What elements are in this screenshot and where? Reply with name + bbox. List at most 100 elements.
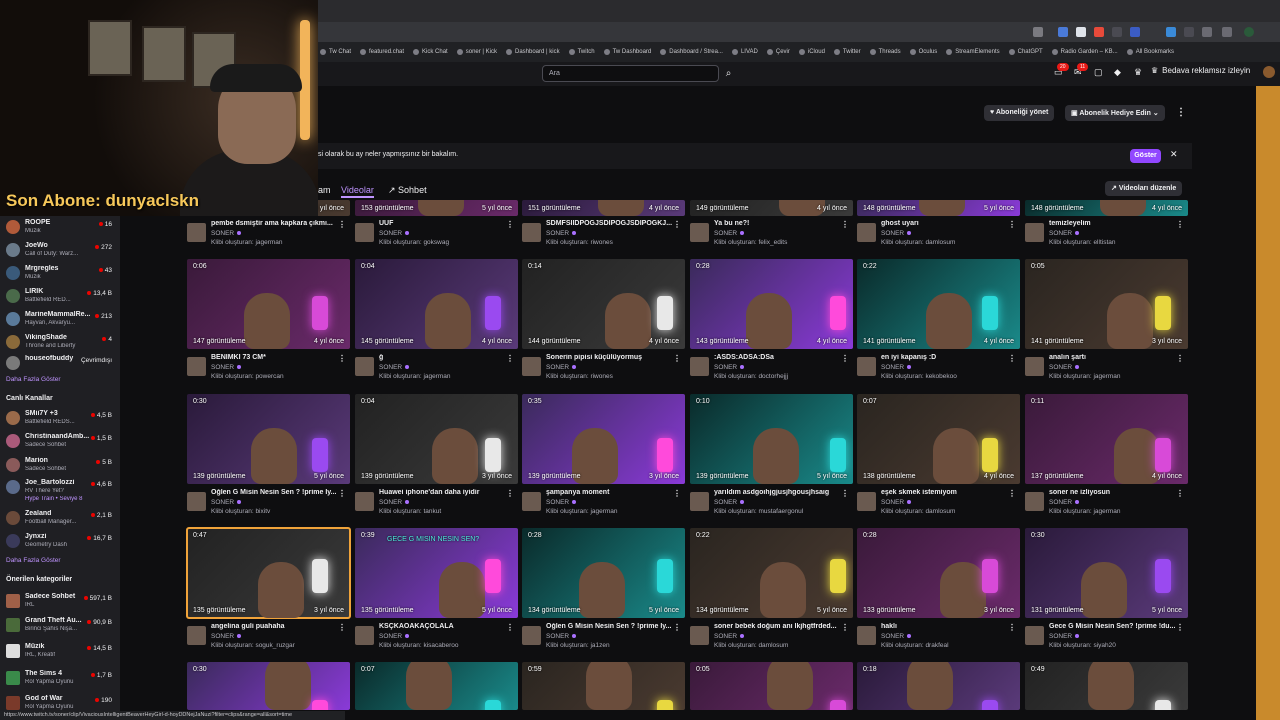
extension-icon[interactable] [1184,27,1194,37]
clip-thumbnail[interactable]: 0:06 147 görüntüleme 4 yıl önce [187,259,350,349]
channel-avatar[interactable] [355,223,374,242]
clip-title[interactable]: temizleyelim [1049,220,1175,227]
clip-channel[interactable]: SONER [714,364,744,371]
clip-thumbnail[interactable]: 0:22 141 görüntüleme 4 yıl önce [857,259,1020,349]
clip-channel[interactable]: SONER [211,499,241,506]
bookmark-item[interactable]: Oculus [909,49,937,55]
clip-channel[interactable]: SONER [1049,364,1079,371]
channel-avatar[interactable] [355,357,374,376]
channel-avatar[interactable] [690,223,709,242]
clip-channel[interactable]: SONER [379,633,409,640]
tab-partial[interactable]: am [318,185,331,195]
bookmark-item[interactable]: Dashboard / Strea... [660,49,723,55]
bookmark-item[interactable]: All Bookmarks [1126,49,1174,55]
channel-avatar[interactable] [355,492,374,511]
more-options-icon[interactable]: ⋮ [1176,623,1184,632]
sidebar-channel[interactable]: Sadece Sohbet IRL 597,1 B [6,592,118,612]
more-options-icon[interactable]: ⋮ [1176,354,1184,363]
clip-title[interactable]: soner bebek doğum anı lkjhgtfrded... [714,623,840,630]
clip-channel[interactable]: SONER [211,364,241,371]
bookmark-item[interactable]: iCloud [798,49,825,55]
clip-title[interactable]: ghost uyarı [881,220,1007,227]
clip-channel[interactable]: SONER [714,633,744,640]
more-options-icon[interactable]: ⋮ [673,354,681,363]
clip-title[interactable]: angelina guli puahaha [211,623,337,630]
clip-title[interactable]: Ya bu ne?! [714,220,840,227]
clip-channel[interactable]: SONER [1049,633,1079,640]
clip-channel[interactable]: SONER [881,364,911,371]
ad-free-button[interactable]: ♛ Bedava reklamsız izleyin [1151,66,1250,75]
channel-avatar[interactable] [1025,223,1044,242]
clip-title[interactable]: pembe dsmiştir ama kapkara çıkmı... [211,220,337,227]
channel-avatar[interactable] [187,223,206,242]
search-icon[interactable]: ⌕ [720,65,737,82]
close-icon[interactable]: ✕ [1170,149,1178,160]
more-options-icon[interactable]: ⋮ [841,489,849,498]
show-more-link[interactable]: Daha Fazla Göster [6,376,61,383]
channel-avatar[interactable] [857,357,876,376]
star-icon[interactable] [1033,27,1043,37]
clip-title[interactable]: soner ne izliyosun [1049,489,1175,496]
channel-avatar[interactable] [522,223,541,242]
show-button[interactable]: Göster [1130,149,1161,163]
channel-avatar[interactable] [522,492,541,511]
profile-icon[interactable] [1244,27,1254,37]
more-options-icon[interactable]: ⋮ [338,623,346,632]
channel-avatar[interactable] [187,492,206,511]
channel-avatar[interactable] [355,626,374,645]
manage-subscription-button[interactable]: ♥ Aboneliği yönet [984,105,1055,121]
clip-channel[interactable]: SONER [881,633,911,640]
more-options-icon[interactable]: ⋮ [506,354,514,363]
channel-avatar[interactable] [522,626,541,645]
user-avatar[interactable] [1263,66,1275,78]
clip-channel[interactable]: SONER [546,499,576,506]
clip-thumbnail[interactable]: 151 görüntüleme 4 yıl önce [522,200,685,216]
clip-channel[interactable]: SONER [881,230,911,237]
more-options-icon[interactable]: ⋮ [1008,489,1016,498]
clip-thumbnail[interactable]: 0:30 [187,662,350,710]
clip-channel[interactable]: SONER [379,364,409,371]
more-options-icon[interactable]: ⋮ [1176,107,1186,118]
more-options-icon[interactable]: ⋮ [673,489,681,498]
extension-icon[interactable] [1166,27,1176,37]
clip-title[interactable]: ÜÜF [379,220,505,227]
puzzle-icon[interactable] [1202,27,1212,37]
sidebar-channel[interactable]: Grand Theft Au... Birinci Şahıs Nişa... 90… [6,616,118,636]
extension-icon[interactable] [1130,27,1140,37]
sidebar-channel[interactable]: Joe_Bartolozzi RV There Yet? Hype Train • … [6,478,118,502]
clip-thumbnail[interactable]: 0:05 [690,662,853,710]
clip-title[interactable]: yarıldım asdgoıhjgjusjhgousjhsaıg [714,489,840,496]
clip-thumbnail[interactable]: 0:49 [1025,662,1188,710]
show-more-link[interactable]: Daha Fazla Göster [6,557,61,564]
extension-icon[interactable] [1112,27,1122,37]
channel-avatar[interactable] [1025,492,1044,511]
clip-title[interactable]: Öğlen G Misin Nesin Sen ? !prime İy... [211,489,337,496]
more-options-icon[interactable]: ⋮ [338,489,346,498]
sidebar-channel[interactable]: ChristinaandAmb... Sadece Sohbet 1,5 B [6,432,118,452]
clip-channel[interactable]: SONER [546,364,576,371]
more-options-icon[interactable]: ⋮ [506,489,514,498]
channel-avatar[interactable] [857,223,876,242]
more-options-icon[interactable]: ⋮ [673,623,681,632]
sidebar-channel[interactable]: MarineMammalRe... Hayvan, Akvaryu... 213 [6,310,118,330]
clip-channel[interactable]: SONER [379,230,409,237]
clip-channel[interactable]: SONER [1049,230,1079,237]
clip-title[interactable]: analın şartı [1049,354,1175,361]
clip-thumbnail[interactable]: 0:28 143 görüntüleme 4 yıl önce [690,259,853,349]
clip-title[interactable]: :ASDS:ADSA:DSa [714,354,840,361]
bookmark-item[interactable]: Kick Chat [413,49,448,55]
channel-avatar[interactable] [690,492,709,511]
bookmark-item[interactable]: LIVAD [731,49,758,55]
clip-thumbnail[interactable]: 0:04 139 görüntüleme 3 yıl önce [355,394,518,484]
channel-avatar[interactable] [690,626,709,645]
bookmark-item[interactable]: soner | Kick [456,49,497,55]
clip-title[interactable]: Sonerin pipisi küçülüyormuş [546,354,672,361]
clip-thumbnail[interactable]: 0:14 144 görüntüleme 4 yıl önce [522,259,685,349]
more-options-icon[interactable]: ⋮ [506,623,514,632]
channel-avatar[interactable] [187,357,206,376]
edit-videos-button[interactable]: ↗ Videoları düzenle [1105,181,1183,196]
clip-thumbnail[interactable]: 0:04 145 görüntüleme 4 yıl önce [355,259,518,349]
more-options-icon[interactable]: ⋮ [1176,489,1184,498]
bits-icon[interactable]: ◆ [1114,67,1121,78]
channel-avatar[interactable] [522,357,541,376]
